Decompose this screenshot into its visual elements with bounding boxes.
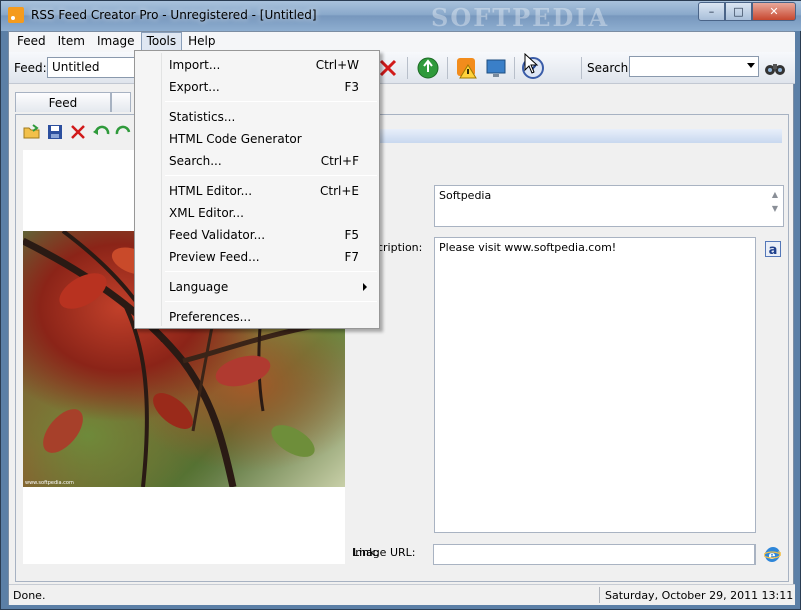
client-area: Feed Item Image Tools Help Feed: Untitle… bbox=[8, 31, 795, 605]
font-icon[interactable]: a bbox=[764, 240, 782, 258]
globe-icon[interactable] bbox=[416, 56, 440, 80]
menu-item-shortcut: Ctrl+W bbox=[315, 58, 359, 72]
status-bar: Done. Saturday, October 29, 2011 13:11 bbox=[9, 584, 795, 605]
menu-item-shortcut: F7 bbox=[344, 250, 359, 264]
image-url-label: Image URL: bbox=[352, 546, 416, 559]
title-value: Softpedia bbox=[439, 189, 492, 202]
search-input[interactable] bbox=[629, 56, 759, 77]
title-bar[interactable]: RSS Feed Creator Pro - Unregistered - [U… bbox=[1, 1, 801, 32]
feed-select[interactable]: Untitled bbox=[47, 57, 135, 78]
feed-panel: www.softpedia.com Softpedia ▲ ▼ Descripti… bbox=[15, 114, 789, 582]
menu-item-export[interactable]: Export... F3 bbox=[137, 76, 377, 98]
image-caption: www.softpedia.com bbox=[25, 480, 74, 486]
toolbar-separator bbox=[407, 57, 408, 79]
chevron-down-icon[interactable] bbox=[747, 63, 755, 68]
menu-image[interactable]: Image bbox=[91, 32, 141, 51]
status-text: Done. bbox=[13, 589, 46, 602]
feed-label: Feed: bbox=[14, 61, 47, 75]
toolbar-separator bbox=[447, 57, 448, 79]
scroll-arrows[interactable]: ▲ ▼ bbox=[769, 188, 781, 220]
status-datetime: Saturday, October 29, 2011 13:11 bbox=[605, 589, 794, 602]
window-title: RSS Feed Creator Pro - Unregistered - [U… bbox=[31, 8, 317, 22]
browser-icon[interactable]: e bbox=[763, 546, 781, 564]
toolbar-separator bbox=[514, 57, 515, 79]
menu-item-statistics[interactable]: Statistics... bbox=[137, 106, 377, 128]
remove-icon[interactable] bbox=[68, 122, 88, 142]
svg-text:e: e bbox=[769, 549, 776, 562]
redo-icon[interactable] bbox=[114, 122, 134, 142]
menu-help[interactable]: Help bbox=[182, 32, 221, 51]
menu-item-feed-validator[interactable]: Feed Validator... F5 bbox=[137, 224, 377, 246]
menu-tools[interactable]: Tools bbox=[140, 32, 183, 51]
description-value: Please visit www.softpedia.com! bbox=[439, 241, 617, 254]
menu-item-html-editor[interactable]: HTML Editor... Ctrl+E bbox=[137, 180, 377, 202]
image-toolbar bbox=[22, 121, 134, 143]
menu-item-preferences[interactable]: Preferences... bbox=[137, 306, 377, 328]
menu-item-shortcut: Ctrl+E bbox=[320, 184, 359, 198]
toolbar-separator bbox=[581, 57, 582, 79]
submenu-arrow-icon bbox=[363, 283, 367, 291]
menu-item-label: Export... bbox=[169, 80, 220, 94]
open-folder-icon[interactable] bbox=[22, 122, 42, 142]
tab-second[interactable] bbox=[111, 92, 131, 112]
menu-item-shortcut: Ctrl+F bbox=[320, 154, 359, 168]
menu-bar: Feed Item Image Tools Help bbox=[9, 32, 795, 52]
save-icon[interactable] bbox=[45, 122, 65, 142]
menu-item-html-code-generator[interactable]: HTML Code Generator bbox=[137, 128, 377, 150]
menu-item[interactable]: Item bbox=[52, 32, 91, 51]
menu-feed[interactable]: Feed bbox=[11, 32, 52, 51]
tools-menu: Import... Ctrl+W Export... F3 Statistics..… bbox=[134, 50, 380, 329]
menu-item-label: Import... bbox=[169, 58, 221, 72]
menu-item-import[interactable]: Import... Ctrl+W bbox=[137, 54, 377, 76]
menu-item-label: Feed Validator... bbox=[169, 228, 266, 242]
maximize-button[interactable]: □ bbox=[725, 2, 752, 21]
watermark: SOFTPEDIA bbox=[431, 3, 610, 32]
main-toolbar: Feed: Untitled ? Search: bbox=[9, 52, 795, 84]
title-field[interactable]: Softpedia ▲ ▼ bbox=[434, 185, 784, 227]
menu-separator bbox=[165, 175, 377, 176]
description-field[interactable]: Please visit www.softpedia.com! bbox=[434, 237, 756, 533]
menu-item-label: Preview Feed... bbox=[169, 250, 260, 264]
menu-item-xml-editor[interactable]: XML Editor... bbox=[137, 202, 377, 224]
menu-item-preview-feed[interactable]: Preview Feed... F7 bbox=[137, 246, 377, 268]
menu-item-label: HTML Code Generator bbox=[169, 132, 302, 146]
search-label: Search: bbox=[587, 61, 633, 75]
mouse-cursor-icon bbox=[524, 53, 539, 74]
binoculars-icon[interactable] bbox=[763, 56, 787, 80]
image-url-field[interactable] bbox=[433, 544, 755, 565]
menu-item-shortcut: F3 bbox=[344, 80, 359, 94]
menu-item-label: Language bbox=[169, 280, 229, 294]
monitor-icon[interactable] bbox=[484, 56, 508, 80]
close-button[interactable]: ✕ bbox=[752, 2, 796, 21]
minimize-button[interactable]: – bbox=[698, 2, 725, 21]
menu-item-label: XML Editor... bbox=[169, 206, 244, 220]
menu-separator bbox=[165, 271, 377, 272]
status-separator bbox=[599, 587, 600, 603]
menu-item-label: HTML Editor... bbox=[169, 184, 253, 198]
rss-warning-icon[interactable] bbox=[455, 56, 479, 80]
menu-item-language[interactable]: Language bbox=[137, 276, 377, 298]
undo-icon[interactable] bbox=[91, 122, 111, 142]
rss-icon bbox=[8, 7, 24, 23]
menu-item-shortcut: F5 bbox=[344, 228, 359, 242]
menu-item-label: Statistics... bbox=[169, 110, 236, 124]
svg-text:a: a bbox=[769, 243, 778, 257]
app-window: RSS Feed Creator Pro - Unregistered - [U… bbox=[0, 0, 801, 610]
menu-item-search[interactable]: Search... Ctrl+F bbox=[137, 150, 377, 172]
tab-strip: Feed bbox=[15, 92, 131, 114]
menu-item-label: Search... bbox=[169, 154, 222, 168]
tab-feed[interactable]: Feed bbox=[15, 92, 111, 112]
menu-separator bbox=[165, 101, 377, 102]
menu-item-label: Preferences... bbox=[169, 310, 252, 324]
menu-separator bbox=[165, 301, 377, 302]
